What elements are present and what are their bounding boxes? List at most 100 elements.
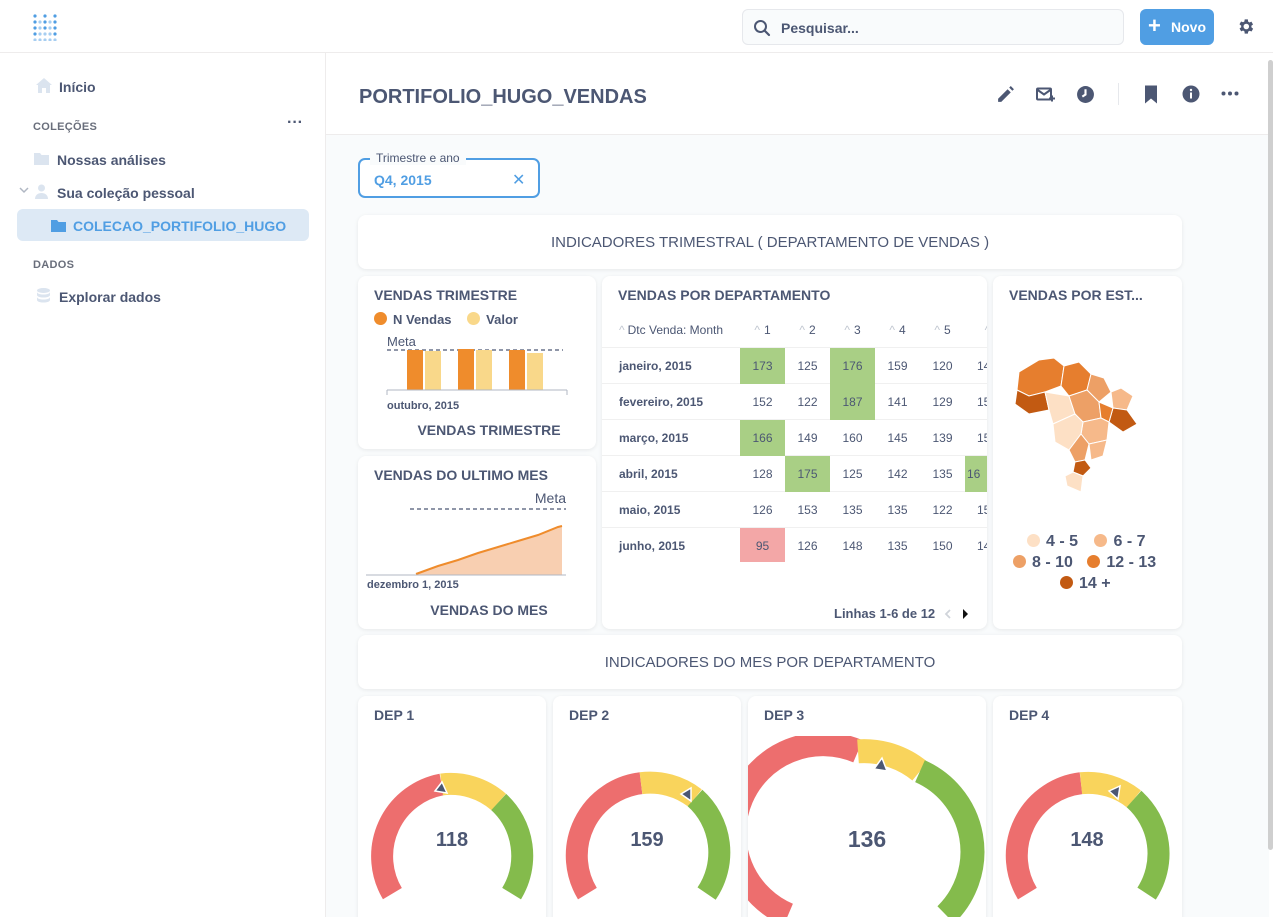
table-cell[interactable]: 175	[785, 456, 830, 492]
column-header[interactable]: ^ 1	[740, 312, 785, 348]
info-icon[interactable]	[1182, 85, 1200, 103]
clear-filter-icon[interactable]: ✕	[512, 170, 525, 190]
more-options-icon[interactable]	[1221, 91, 1239, 96]
table-cell[interactable]: 122	[785, 384, 830, 420]
sidebar-item-home[interactable]: Início	[17, 70, 309, 102]
table-cell[interactable]: 120	[920, 348, 965, 384]
table-cell[interactable]: 166	[740, 420, 785, 456]
search-input[interactable]: Pesquisar...	[742, 9, 1124, 45]
table-cell[interactable]: 152	[740, 384, 785, 420]
column-header[interactable]: ^ 5	[920, 312, 965, 348]
table-cell[interactable]: 135	[920, 456, 965, 492]
table-cell[interactable]: 145	[875, 420, 920, 456]
table-cell[interactable]: 14	[965, 528, 987, 562]
table-cell[interactable]: 122	[920, 492, 965, 528]
table-cell[interactable]: 159	[875, 348, 920, 384]
table-cell[interactable]: 125	[785, 348, 830, 384]
sidebar-item-explore[interactable]: Explorar dados	[17, 280, 309, 312]
table-cell[interactable]: 15	[965, 420, 987, 456]
table-cell[interactable]: 176	[830, 348, 875, 384]
table-cell[interactable]: 173	[740, 348, 785, 384]
quarter-filter[interactable]: Trimestre e ano Q4, 2015 ✕	[358, 151, 540, 198]
table-cell[interactable]: 126	[785, 528, 830, 562]
scrollbar[interactable]	[1268, 60, 1273, 850]
legend-label: Valor	[486, 312, 518, 327]
subscription-icon[interactable]	[1036, 85, 1056, 104]
clock-icon[interactable]	[1076, 85, 1095, 104]
section-header-quarterly: INDICADORES TRIMESTRAL ( DEPARTAMENTO DE…	[358, 215, 1182, 269]
table-cell[interactable]: 187	[830, 384, 875, 420]
next-page-icon[interactable]	[962, 609, 969, 619]
column-header[interactable]: ^ Dtc Venda: Month	[619, 312, 723, 348]
meta-label: Meta	[535, 490, 566, 506]
sidebar-item-nossas-analises[interactable]: Nossas análises	[17, 143, 309, 175]
card-gauge-dep1[interactable]: DEP 1 118	[358, 696, 546, 917]
sidebar-item-label: COLECAO_PORTIFOLIO_HUGO	[73, 218, 287, 234]
new-button-label: Novo	[1171, 19, 1206, 35]
table-cell[interactable]: 126	[740, 492, 785, 528]
card-gauge-dep4[interactable]: DEP 4 148	[993, 696, 1182, 917]
table-cell[interactable]: 16	[965, 456, 987, 492]
gear-icon[interactable]	[1236, 17, 1255, 36]
prev-page-icon[interactable]	[944, 609, 951, 619]
table-cell[interactable]: 142	[875, 456, 920, 492]
card-gauge-dep2[interactable]: DEP 2 159	[553, 696, 741, 917]
quarter-bar-chart: Meta	[386, 334, 568, 395]
card-title: DEP 4	[1009, 707, 1050, 723]
legend-dot	[1094, 534, 1108, 547]
card-vendas-departamento[interactable]: VENDAS POR DEPARTAMENTO ^ Dtc Venda: Mont…	[602, 276, 987, 629]
table-cell[interactable]: 129	[920, 384, 965, 420]
table-cell[interactable]: 153	[785, 492, 830, 528]
table-row: janeiro, 2015 173 125 176 159 120 14	[602, 348, 987, 384]
collections-more-button[interactable]: ···	[287, 114, 303, 132]
page-title[interactable]: PORTIFOLIO_HUGO_VENDAS	[359, 86, 647, 109]
new-button[interactable]: + Novo	[1140, 9, 1214, 45]
table-cell[interactable]: 95	[740, 528, 785, 562]
database-icon	[37, 288, 50, 303]
card-vendas-trimestre[interactable]: VENDAS TRIMESTRE N Vendas Valor Meta out…	[358, 276, 596, 449]
legend-label: N Vendas	[393, 312, 452, 327]
table-cell[interactable]: 135	[875, 528, 920, 562]
column-header[interactable]: ^	[965, 312, 987, 348]
table-cell[interactable]: 139	[920, 420, 965, 456]
column-header[interactable]: ^ 3	[830, 312, 875, 348]
pencil-icon[interactable]	[996, 85, 1015, 104]
bar	[425, 351, 441, 390]
section-title: INDICADORES DO MES POR DEPARTAMENTO	[604, 653, 936, 671]
table-cell[interactable]: 148	[830, 528, 875, 562]
card-gauge-dep3[interactable]: DEP 3 136	[748, 696, 986, 917]
header-divider	[1118, 83, 1119, 105]
bar	[527, 353, 543, 390]
card-vendas-estado[interactable]: VENDAS POR EST... 4 - 5 6 - 7 8 - 10 12 …	[993, 276, 1182, 629]
table-cell[interactable]: 150	[920, 528, 965, 562]
gauge-value: 159	[630, 829, 663, 851]
pagination-label: Linhas 1-6 de 12	[834, 606, 936, 621]
table-cell[interactable]: 135	[875, 492, 920, 528]
meta-label: Meta	[387, 334, 417, 349]
table-cell[interactable]: 128	[740, 456, 785, 492]
table-cell[interactable]: 149	[785, 420, 830, 456]
card-title: DEP 2	[569, 707, 610, 723]
table-cell[interactable]: 135	[830, 492, 875, 528]
table-cell[interactable]: 15	[965, 492, 987, 528]
row-label: março, 2015	[619, 431, 689, 445]
table-cell[interactable]: 125	[830, 456, 875, 492]
metabase-logo-icon[interactable]	[32, 13, 58, 41]
column-header[interactable]: ^ 4	[875, 312, 920, 348]
table-cell[interactable]: 15	[965, 384, 987, 420]
legend-dot	[467, 312, 481, 325]
brazil-map[interactable]	[1009, 352, 1149, 497]
table-cell[interactable]: 160	[830, 420, 875, 456]
legend-dot	[1027, 534, 1040, 547]
sidebar-item-personal-collection[interactable]: Sua coleção pessoal	[17, 176, 309, 208]
bookmark-icon[interactable]	[1144, 85, 1158, 104]
card-vendas-ultimo-mes[interactable]: VENDAS DO ULTIMO MES Meta dezembro 1, 20…	[358, 456, 596, 629]
column-header[interactable]: ^ 2	[785, 312, 830, 348]
table-cell[interactable]: 141	[875, 384, 920, 420]
data-header: DADOS	[33, 259, 75, 271]
sidebar-item-colecao-portifolio[interactable]: COLECAO_PORTIFOLIO_HUGO	[17, 209, 309, 241]
chevron-down-icon[interactable]	[19, 187, 29, 194]
table-cell[interactable]: 14	[965, 348, 987, 384]
sidebar-item-label: Início	[59, 79, 96, 95]
home-icon	[36, 78, 52, 93]
